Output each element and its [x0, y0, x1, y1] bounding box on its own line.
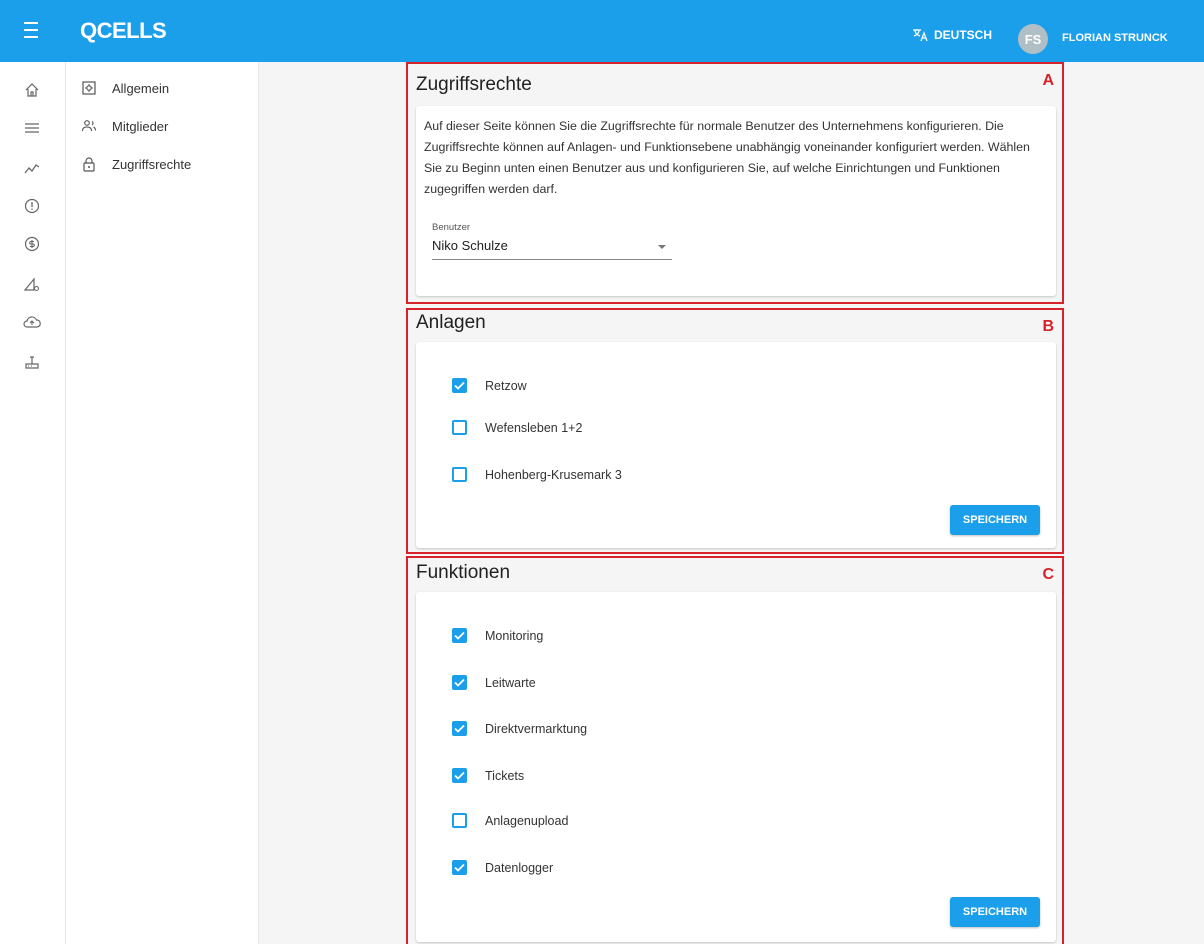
- checkbox[interactable]: [452, 813, 467, 828]
- lock-icon: [80, 155, 98, 173]
- section-title: Funktionen: [416, 562, 511, 583]
- cloud-upload-icon[interactable]: [22, 312, 42, 332]
- save-funktionen-button[interactable]: SPEICHERN: [950, 897, 1040, 927]
- checkbox[interactable]: [452, 420, 467, 435]
- icon-rail: [0, 62, 66, 944]
- checkbox-row[interactable]: Tickets: [452, 768, 524, 783]
- trend-chart-icon[interactable]: [22, 158, 42, 178]
- checkbox[interactable]: [452, 721, 467, 736]
- language-switcher[interactable]: DEUTSCH: [912, 28, 992, 42]
- checkbox-row[interactable]: Direktvermarktung: [452, 721, 587, 736]
- ruler-gear-icon[interactable]: [22, 274, 42, 294]
- checkbox-label: Anlagenupload: [485, 813, 569, 828]
- subnav-item-zugriffsrechte[interactable]: Zugriffsrechte: [80, 152, 191, 176]
- checkbox[interactable]: [452, 628, 467, 643]
- checkbox-row[interactable]: Monitoring: [452, 628, 543, 643]
- funktionen-card: [416, 592, 1056, 942]
- dollar-circle-icon[interactable]: [22, 234, 42, 254]
- checkbox[interactable]: [452, 860, 467, 875]
- subnav-label: Zugriffsrechte: [112, 156, 192, 172]
- chevron-down-icon: [658, 245, 666, 249]
- translate-icon: [913, 29, 928, 42]
- subnav-label: Mitglieder: [112, 118, 169, 134]
- section-marker: A: [1042, 72, 1054, 89]
- settings-box-icon: [80, 79, 98, 97]
- zugriffsrechte-card: Auf dieser Seite können Sie die Zugriffs…: [416, 106, 1056, 296]
- language-label: DEUTSCH: [934, 28, 993, 42]
- subnav-label: Allgemein: [112, 80, 170, 96]
- checkbox-label: Leitwarte: [485, 675, 536, 690]
- checkbox-row[interactable]: Retzow: [452, 378, 527, 393]
- checkbox-row[interactable]: Anlagenupload: [452, 813, 568, 828]
- checkbox-row[interactable]: Hohenberg-Krusemark 3: [452, 467, 622, 482]
- checkbox-row[interactable]: Wefensleben 1+2: [452, 420, 582, 435]
- user-select-value: Niko Schulze: [432, 238, 508, 253]
- list-icon[interactable]: [22, 118, 42, 138]
- section-anlagen: Anlagen B Retzow Wefensleben 1+2 Hohenbe…: [406, 308, 1064, 554]
- checkbox-row[interactable]: Leitwarte: [452, 675, 536, 690]
- checkbox-label: Direktvermarktung: [485, 721, 588, 736]
- section-title: Zugriffsrechte: [416, 74, 532, 95]
- checkbox[interactable]: [452, 675, 467, 690]
- checkbox-label: Datenlogger: [485, 860, 554, 875]
- section-marker: C: [1042, 566, 1054, 583]
- checkbox-label: Hohenberg-Krusemark 3: [485, 467, 622, 482]
- people-icon: [80, 117, 98, 135]
- section-funktionen: Funktionen C Monitoring Leitwarte Direkt…: [406, 556, 1064, 944]
- avatar[interactable]: FS: [1018, 24, 1048, 54]
- section-zugriffsrechte: Zugriffsrechte A Auf dieser Seite können…: [406, 62, 1064, 304]
- subnav-item-allgemein[interactable]: Allgemein: [80, 76, 169, 100]
- checkbox-label: Monitoring: [485, 628, 544, 643]
- qcells-logo[interactable]: QCELLS: [80, 18, 167, 44]
- section-marker: B: [1042, 318, 1054, 335]
- user-select[interactable]: Niko Schulze: [432, 234, 672, 260]
- description-text: Auf dieser Seite können Sie die Zugriffs…: [424, 119, 1030, 196]
- checkbox[interactable]: [452, 768, 467, 783]
- select-label: Benutzer: [432, 222, 471, 233]
- checkbox[interactable]: [452, 467, 467, 482]
- settings-subnav: Allgemein Mitglieder Zugriffsrechte: [66, 62, 259, 944]
- alert-circle-icon[interactable]: [22, 196, 42, 216]
- subnav-item-mitglieder[interactable]: Mitglieder: [80, 114, 168, 138]
- checkbox[interactable]: [452, 378, 467, 393]
- checkbox-label: Retzow: [485, 378, 527, 393]
- checkbox-row[interactable]: Datenlogger: [452, 860, 553, 875]
- save-anlagen-button[interactable]: SPEICHERN: [950, 505, 1040, 535]
- section-title: Anlagen: [416, 312, 486, 333]
- checkbox-label: Tickets: [485, 768, 525, 783]
- datalogger-icon[interactable]: [22, 352, 42, 372]
- home-icon[interactable]: [22, 80, 42, 100]
- checkbox-label: Wefensleben 1+2: [485, 420, 583, 435]
- top-app-bar: QCELLS DEUTSCH FS FLORIAN STRUNCK: [0, 0, 1204, 62]
- user-name[interactable]: FLORIAN STRUNCK: [1062, 32, 1168, 44]
- menu-icon[interactable]: [24, 22, 46, 40]
